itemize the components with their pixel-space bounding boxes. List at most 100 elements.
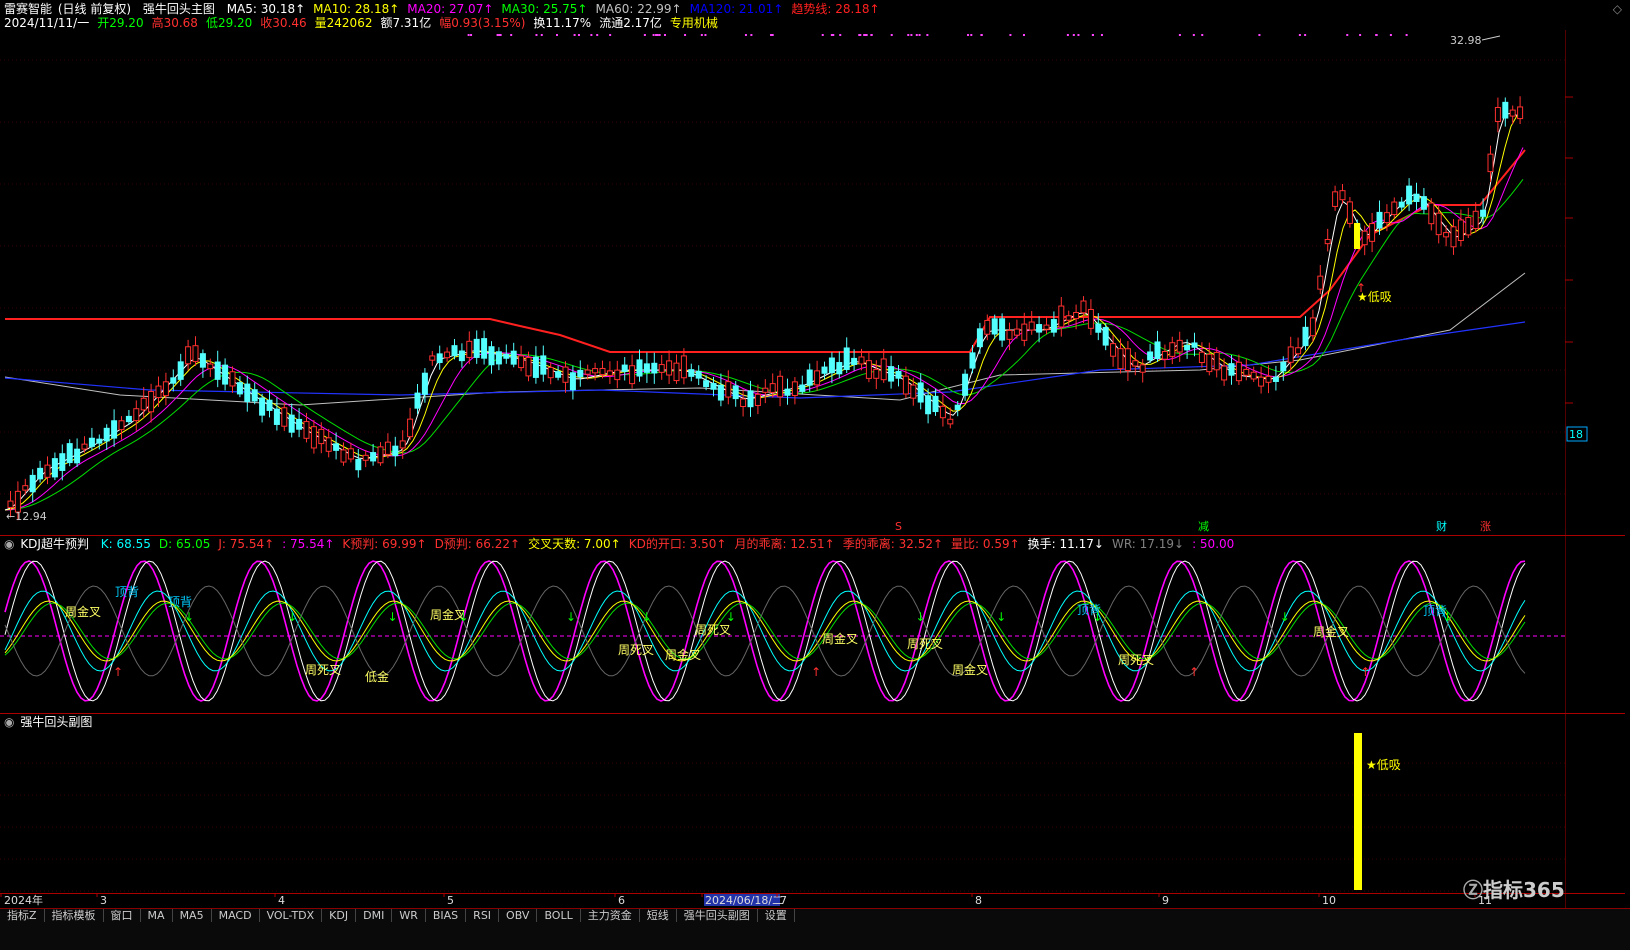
sell-arrow: ↓ (566, 610, 576, 624)
kdj-chart[interactable]: 周金叉顶背顶背周金叉周死叉 低金周死叉 周金叉周死叉周金叉 周死叉周金叉顶背周死叉周金… (0, 551, 1565, 713)
kdj-annotation: 周死叉 (305, 663, 341, 677)
candle-body (1457, 219, 1464, 242)
candle-body (984, 319, 991, 335)
watermark: Ⓩ指标365 (1463, 878, 1565, 902)
indicator-tab[interactable]: 设置 (757, 909, 795, 922)
candle-body (14, 490, 21, 513)
candle-body (488, 346, 495, 366)
candle-body (732, 385, 739, 400)
candle-body (1095, 323, 1102, 333)
candle-body (347, 448, 354, 460)
indicator-tab[interactable]: 指标Z (0, 909, 45, 922)
candle-body (1043, 324, 1050, 330)
candle-body (170, 377, 177, 384)
candle-body (577, 369, 584, 378)
candle-body (222, 364, 229, 385)
kdj-collapse-icon[interactable]: ◉ (4, 537, 14, 551)
sub-chart[interactable]: ★低吸 (0, 729, 1565, 893)
date-label: 2024年 (4, 893, 43, 907)
indicator-tab[interactable]: BOLL (537, 909, 581, 922)
event-marker: 涨 (1480, 520, 1491, 533)
candle-body (325, 437, 332, 452)
stock-name[interactable]: 雷赛智能 (4, 2, 52, 16)
indicator-tab[interactable]: 强牛回头副图 (676, 909, 758, 922)
quote-field: 额7.31亿 (380, 16, 432, 30)
signal-dot (470, 34, 473, 36)
candle-body (288, 414, 295, 433)
candle-body (547, 366, 554, 379)
candlestick-chart[interactable]: 32.98←12.94★低吸↑S 减财涨 (0, 30, 1565, 535)
kdj-value: : 75.54↑ (282, 537, 335, 551)
indicator-tab[interactable]: 主力资金 (580, 909, 640, 922)
indicator-tab[interactable]: DMI (356, 909, 393, 922)
sell-arrow: ↓ (287, 610, 297, 624)
indicator-tab[interactable]: 窗口 (103, 909, 141, 922)
candle-body (1058, 305, 1065, 328)
candle-body (754, 393, 761, 406)
signal-dot (859, 34, 862, 36)
candle-body (229, 371, 236, 387)
candle-body (843, 347, 850, 370)
candle-body (1154, 341, 1161, 359)
ma-legend-item: 趋势线: 28.18↑ (791, 2, 880, 16)
kdj-annotation: 周死叉 (907, 637, 943, 651)
kdj-title[interactable]: KDJ超牛预判 (20, 537, 89, 551)
date-label: 2024/06/18/二 (705, 894, 783, 907)
candle-body (902, 375, 909, 395)
indicator-tab[interactable]: 短线 (639, 909, 677, 922)
indicator-tab[interactable]: WR (392, 909, 426, 922)
candle-body (666, 360, 673, 376)
indicator-tab[interactable]: MACD (211, 909, 260, 922)
indicator-tab[interactable]: RSI (466, 909, 500, 922)
candle-body (1258, 376, 1265, 387)
collapse-icon[interactable]: ◇ (1613, 2, 1622, 16)
signal-dot (1192, 34, 1195, 36)
indicator-tab[interactable]: MA5 (172, 909, 212, 922)
signal-dot (556, 34, 559, 36)
candle-body (806, 369, 813, 386)
candle-body (599, 367, 606, 376)
kdj-value: : 50.00 (1192, 537, 1235, 551)
quote-info-row: 2024/11/11/一 开29.20 高30.68 低29.20 收30.46 量242… (4, 16, 726, 30)
candle-body (1176, 339, 1183, 353)
candle-body (214, 361, 221, 380)
ma-legend: MA5: 30.18↑ MA10: 28.18↑ MA20: 27.07↑ MA30:… (227, 2, 888, 16)
candle-body (895, 370, 902, 379)
candle-body (1428, 202, 1435, 225)
candle-body (592, 368, 599, 374)
candle-body (828, 357, 835, 374)
candle-body (606, 370, 613, 376)
candle-body (555, 371, 562, 378)
indicator-tab[interactable]: VOL-TDX (259, 909, 323, 922)
ma-legend-item: MA60: 22.99↑ (595, 2, 682, 16)
low-buy-candle (1354, 223, 1360, 249)
signal-dot (915, 34, 918, 36)
candle-body (717, 384, 724, 401)
buy-arrow: ↑ (113, 665, 123, 679)
indicator-tab[interactable]: OBV (499, 909, 538, 922)
signal-dot (910, 34, 913, 36)
quote-field: 换11.17% (533, 16, 592, 30)
indicator-tab[interactable]: MA (140, 909, 173, 922)
indicator-tab[interactable]: BIAS (425, 909, 467, 922)
kdj-annotation: 顶背 (115, 585, 139, 599)
sub-collapse-icon[interactable]: ◉ (4, 715, 14, 729)
candle-body (1206, 353, 1213, 373)
candle-body (814, 370, 821, 386)
candle-body (7, 500, 14, 508)
indicator-tab[interactable]: 指标模板 (44, 909, 104, 922)
candle-body (784, 388, 791, 396)
indicator-tab[interactable]: KDJ (322, 909, 357, 922)
candle-body (407, 418, 414, 438)
signal-dot (1100, 34, 1103, 36)
candle-body (703, 380, 710, 388)
ma-legend-item: MA10: 28.18↑ (313, 2, 400, 16)
date-label: 6 (618, 894, 625, 907)
date-label: 4 (278, 894, 285, 907)
ma-legend-item: MA5: 30.18↑ (226, 2, 306, 16)
candle-body (362, 454, 369, 461)
main-indicator-name[interactable]: 强牛回头主图 (143, 2, 215, 16)
kdj-value: 换手: 11.17↓ (1027, 537, 1104, 551)
sub-title[interactable]: 强牛回头副图 (20, 715, 92, 729)
candle-body (1420, 196, 1427, 210)
